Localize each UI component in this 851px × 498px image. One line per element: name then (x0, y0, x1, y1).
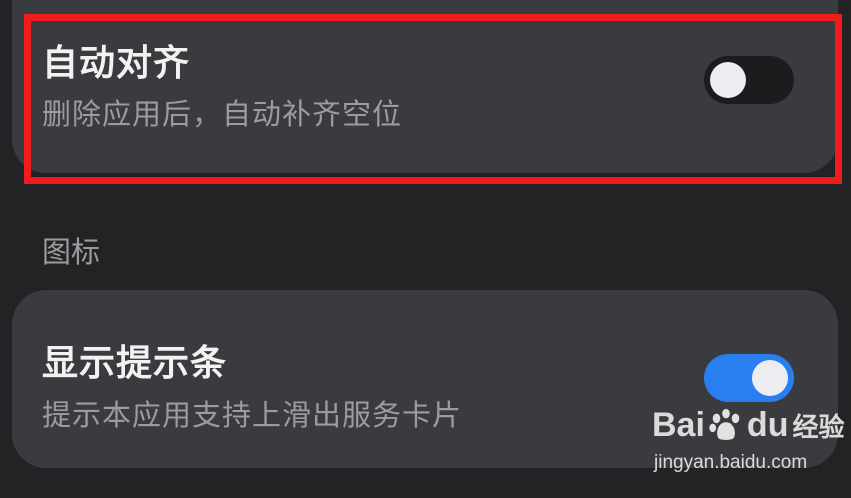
watermark-brand-cn: 经验 (792, 413, 845, 443)
toggle-knob (710, 62, 746, 98)
auto-align-toggle[interactable] (704, 56, 794, 104)
auto-align-card[interactable]: 自动对齐 删除应用后，自动补齐空位 (12, 0, 838, 173)
settings-screen: 自动对齐 删除应用后，自动补齐空位 图标 显示提示条 提示本应用支持上滑出服务卡… (0, 0, 851, 498)
show-hint-bar-toggle[interactable] (704, 354, 794, 402)
auto-align-description: 删除应用后，自动补齐空位 (42, 97, 403, 131)
paw-icon (709, 408, 740, 440)
watermark-brand: Bai du 经验 (652, 406, 844, 445)
toggle-knob (752, 360, 788, 396)
baidu-jingyan-watermark: Bai du 经验 jingyan.baidu.com (648, 400, 844, 480)
auto-align-title: 自动对齐 (42, 43, 191, 84)
watermark-url: jingyan.baidu.com (654, 452, 808, 473)
show-hint-bar-description: 提示本应用支持上滑出服务卡片 (42, 398, 463, 432)
watermark-brand-suffix: du (746, 406, 789, 444)
watermark-brand-prefix: Bai (652, 406, 705, 444)
show-hint-bar-title: 显示提示条 (42, 343, 228, 384)
icons-section-header: 图标 (42, 235, 101, 269)
